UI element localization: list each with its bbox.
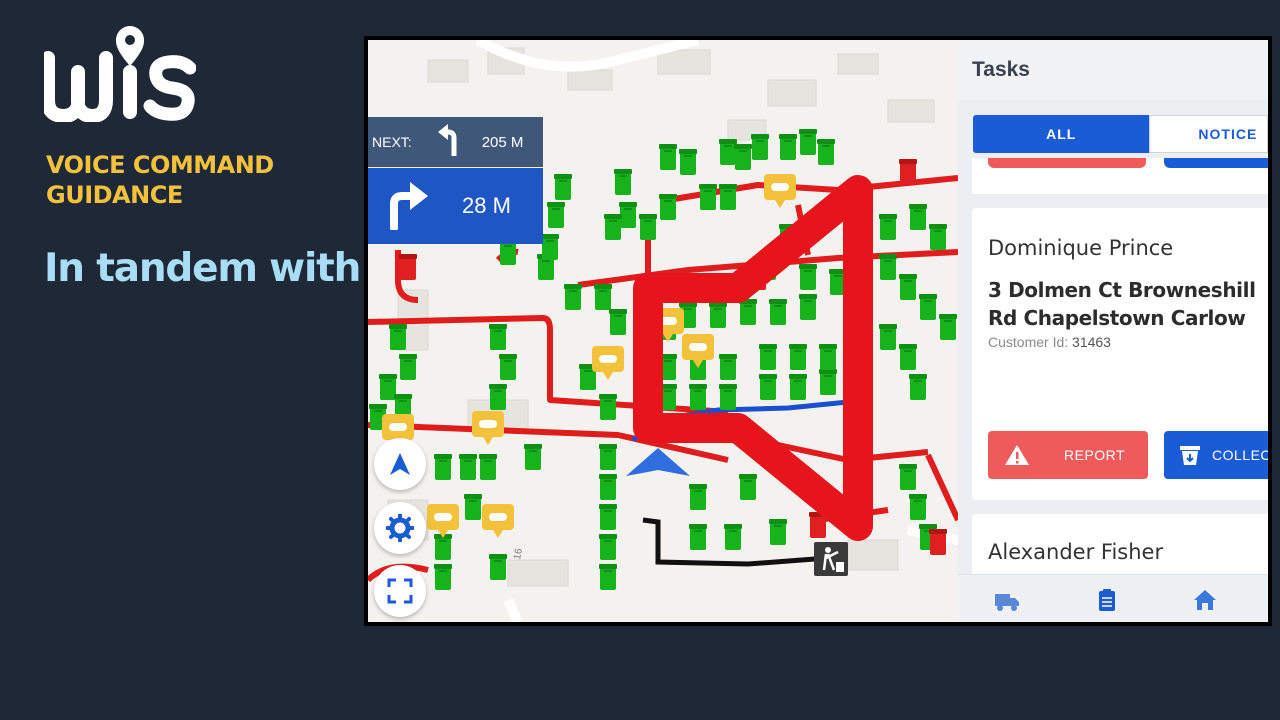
current-distance: 28 M [462, 193, 511, 218]
bottom-navigation [958, 574, 1268, 622]
next-turn-banner: NEXT: 205 M [368, 117, 543, 167]
app-screen: 16 NEXT: 205 M 28 M Tasks ALL NOTICE Dom… [368, 40, 1268, 622]
navigate-button[interactable] [374, 438, 426, 490]
customer-id: Customer Id: 31463 [988, 334, 1111, 350]
map-view[interactable]: 16 NEXT: 205 M 28 M [368, 40, 958, 622]
fullscreen-button[interactable] [374, 565, 426, 617]
wis-logo-graphic [41, 26, 197, 123]
customer-name: Alexander Fisher [988, 540, 1164, 564]
tab-all[interactable]: ALL [973, 115, 1150, 153]
tasks-panel: Tasks ALL NOTICE Dominique Prince 3 Dolm… [958, 40, 1268, 622]
bin-collect-icon [1180, 446, 1200, 465]
headline-line-1: VOICE COMMAND [46, 151, 274, 179]
report-label: REPORT [1064, 447, 1126, 463]
task-card[interactable]: Dominique Prince 3 Dolmen Ct Browneshill… [972, 208, 1268, 500]
customer-id-label: Customer Id: [988, 334, 1069, 350]
warning-icon [1005, 445, 1029, 465]
current-turn-banner: 28 M [368, 168, 543, 244]
app-screenshot-frame: 16 NEXT: 205 M 28 M Tasks ALL NOTICE Dom… [364, 36, 1272, 626]
customer-id-value: 31463 [1072, 334, 1111, 350]
clipboard-icon[interactable] [1094, 588, 1120, 612]
truck-icon[interactable] [994, 588, 1020, 612]
turn-right-icon [382, 178, 430, 235]
collect-label: COLLEC [1212, 447, 1268, 463]
fullscreen-icon [387, 578, 413, 604]
wis-logo [41, 22, 197, 123]
previous-task-card [972, 158, 1268, 194]
headline-line-2: GUIDANCE [46, 181, 183, 209]
next-distance: 205 M [481, 133, 524, 151]
tasks-title: Tasks [972, 58, 1030, 81]
task-tabs: ALL NOTICE [973, 115, 1268, 153]
settings-gear-icon [386, 514, 414, 542]
customer-address: 3 Dolmen Ct Browneshill Rd Chapelstown C… [988, 278, 1256, 330]
next-label: NEXT: [372, 134, 412, 150]
worker-icon [814, 542, 848, 576]
headline: VOICE COMMAND GUIDANCE [46, 150, 346, 210]
report-button[interactable]: REPORT [988, 431, 1148, 479]
turn-left-icon [436, 122, 462, 163]
customer-name: Dominique Prince [988, 236, 1174, 260]
tab-notice[interactable]: NOTICE [1149, 115, 1268, 153]
settings-button[interactable] [374, 502, 426, 554]
tasks-header: Tasks [958, 40, 1268, 100]
previous-collect-button[interactable] [1164, 158, 1268, 168]
previous-report-button[interactable] [988, 158, 1146, 168]
subtitle: In tandem with [44, 246, 361, 291]
collect-button[interactable]: COLLEC [1164, 431, 1268, 479]
home-icon[interactable] [1192, 588, 1218, 612]
navigate-icon [390, 453, 410, 475]
